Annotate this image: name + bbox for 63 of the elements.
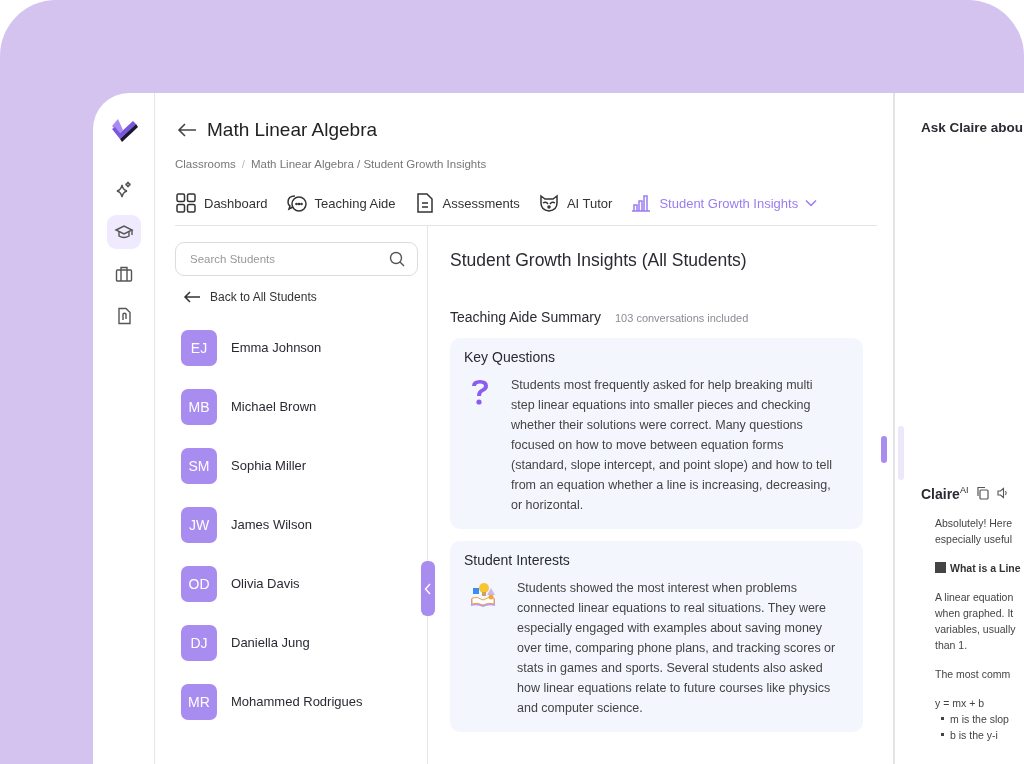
- breadcrumb-link[interactable]: Classrooms: [175, 158, 236, 170]
- message-text: A linear equation: [935, 590, 1014, 603]
- nav-tab[interactable]: Assessments: [413, 192, 520, 214]
- bullet-icon: [941, 717, 944, 721]
- card-title: Student Interests: [464, 552, 571, 568]
- nav-tab[interactable]: AI Tutor: [537, 192, 613, 214]
- conversation-count: 103 conversations included: [614, 312, 749, 324]
- back-arrow-icon[interactable]: [177, 123, 197, 137]
- breadcrumb-link[interactable]: Math Linear Algebra / Student Growth Insights: [250, 158, 487, 170]
- avatar: MR: [181, 683, 217, 720]
- resize-handle[interactable]: [898, 426, 904, 480]
- breadcrumb-separator: /: [241, 158, 245, 170]
- student-list-item[interactable]: OD Olivia Davis: [181, 554, 401, 613]
- back-link[interactable]: Back to All Students: [183, 290, 427, 304]
- section-title: Student Growth Insights (All Students): [450, 250, 748, 271]
- avatar: OD: [181, 565, 217, 602]
- message-text: y = mx + b: [935, 696, 985, 709]
- scrollbar-thumb[interactable]: [881, 436, 887, 463]
- search-icon: [389, 251, 405, 267]
- message-text: especially useful: [935, 532, 1013, 545]
- avatar: EJ: [181, 329, 217, 366]
- book-lightbulb-icon: [469, 581, 497, 609]
- collapse-handle[interactable]: [421, 561, 435, 616]
- avatar: SM: [181, 447, 217, 484]
- chat-bubbles-icon: [285, 192, 308, 214]
- briefcase-icon: [113, 264, 134, 284]
- bar-chart-icon: [630, 192, 653, 214]
- avatar: MB: [181, 388, 217, 425]
- bullet-icon: [941, 733, 944, 737]
- student-list-item[interactable]: DJ Daniella Jung: [181, 613, 401, 672]
- message-text: than 1.: [935, 638, 968, 651]
- card-text: Students showed the most interest when problems connected linear equations to real situations. They were especially engaged with examples about saving money over time, comparing phone plans, and tracking scores or stats in games and sports. Several students also asked how linear equations relate to future courses like physics and computer science.: [517, 580, 837, 717]
- speaker-icon[interactable]: [997, 487, 1010, 500]
- search-field[interactable]: Search Students: [175, 242, 418, 276]
- copy-icon[interactable]: [976, 486, 990, 501]
- back-arrow-icon: [183, 291, 201, 303]
- message-text: b is the y-i: [950, 727, 998, 743]
- summary-heading: Teaching Aide Summary: [450, 309, 601, 325]
- grid-icon: [175, 192, 197, 214]
- chevron-down-icon: [805, 199, 818, 207]
- student-list-item[interactable]: MB Michael Brown: [181, 377, 401, 436]
- card-text: Students most frequently asked for help breaking multi step linear equations into smaller pieces and checking whether their solutions were correct. Many questions focused on how to move between equation forms (standard, slope intercept, and point slope) and how to tell from an equation whether a line is increasing, decreasing, or horizontal.: [511, 377, 833, 514]
- student-list-item[interactable]: EJ Emma Johnson: [181, 318, 401, 377]
- avatar: DJ: [181, 624, 217, 661]
- message-text: m is the slop: [950, 711, 1009, 727]
- message-heading: What is a Line: [950, 560, 1021, 576]
- assistant-name: Claire$^{AI}$: [921, 485, 969, 502]
- graduation-cap-nav-button[interactable]: [106, 215, 141, 249]
- card-title: Key Questions: [464, 349, 557, 365]
- message-text: variables, usually: [935, 622, 1016, 635]
- message-text: Absolutely! Here: [935, 516, 1013, 529]
- student-list-item[interactable]: SM Sophia Miller: [181, 436, 401, 495]
- message-text: when graphed. It: [935, 606, 1014, 619]
- nav-tab[interactable]: Dashboard: [175, 192, 268, 214]
- avatar: JW: [181, 506, 217, 543]
- square-icon: [935, 562, 946, 574]
- student-list-item[interactable]: JW James Wilson: [181, 495, 401, 554]
- chat-panel-title: Ask Claire abou: [921, 120, 1024, 135]
- page-title: Math Linear Algebra: [207, 119, 378, 141]
- student-list-item[interactable]: MR Mohammed Rodrigues: [181, 672, 401, 731]
- message-text: The most comm: [935, 667, 1011, 680]
- nav-tab[interactable]: Teaching Aide: [285, 192, 396, 214]
- question-mark-icon: [469, 378, 491, 406]
